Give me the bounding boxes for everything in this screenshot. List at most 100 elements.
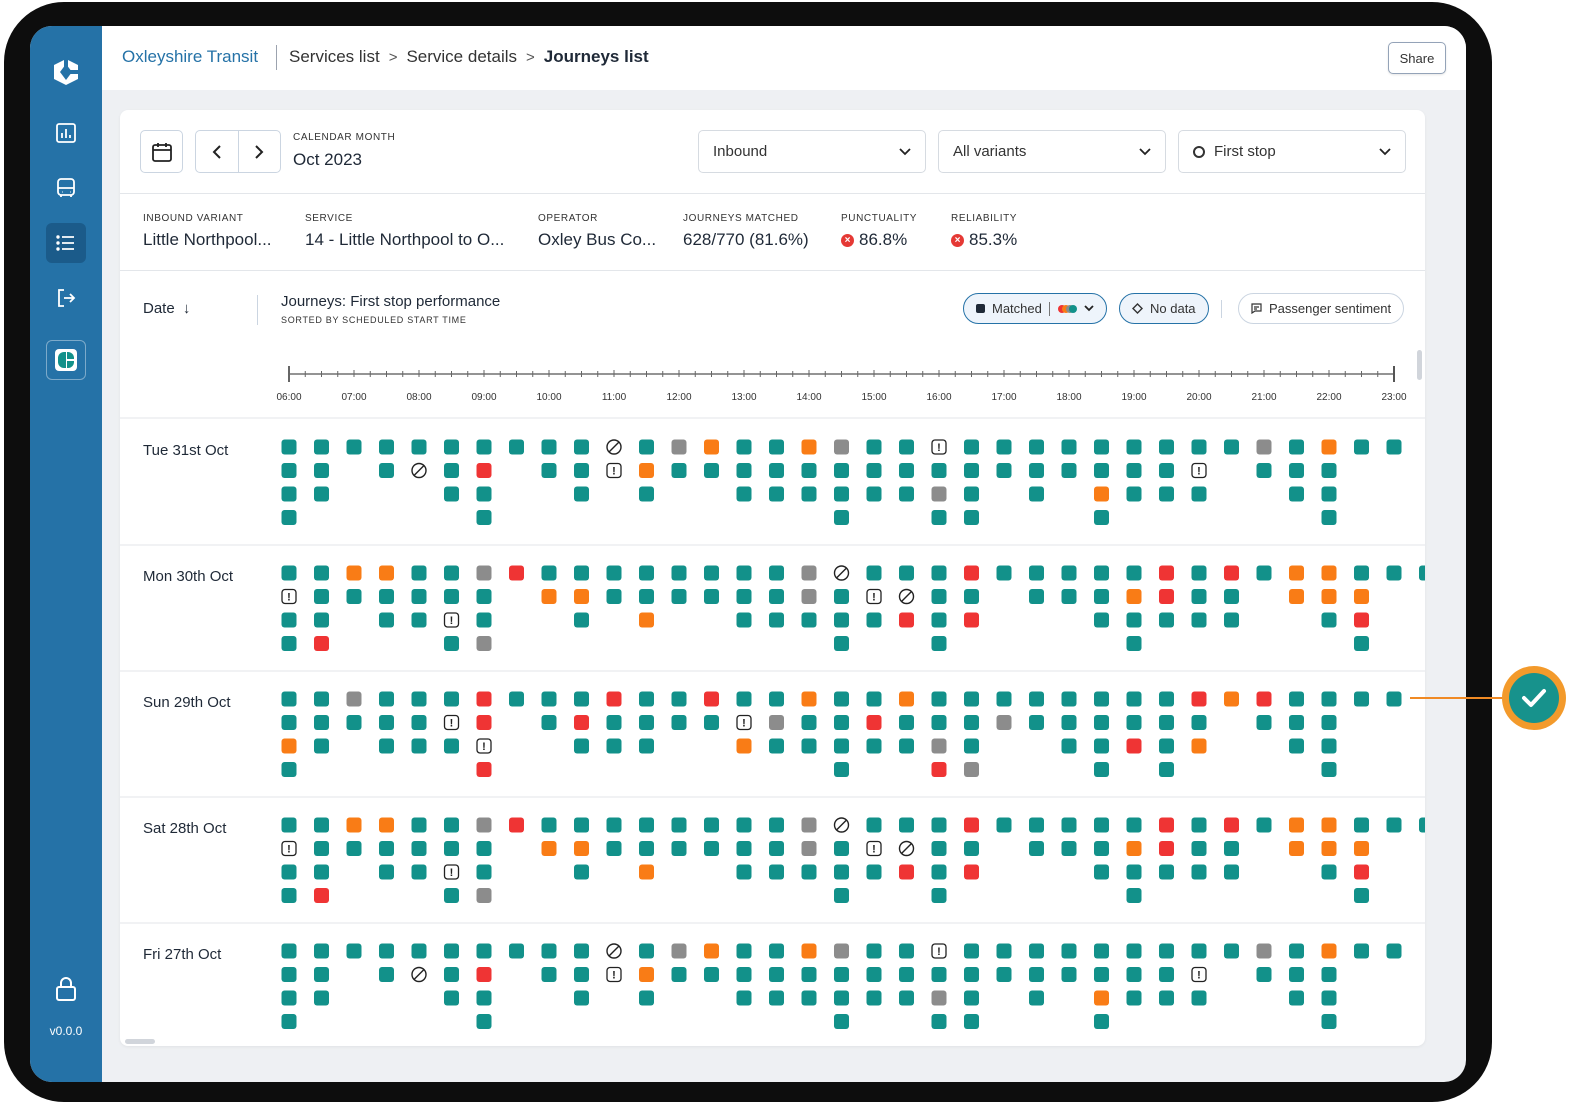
journey-marker-on-time[interactable] [541,565,557,581]
journey-marker-on-time[interactable] [1061,715,1077,730]
journey-marker-on-time[interactable] [281,636,297,651]
journey-marker-on-time[interactable] [931,817,947,833]
journey-marker-on-time[interactable] [899,486,914,502]
journey-marker-on-time[interactable] [1094,510,1109,525]
journey-marker-late[interactable] [899,691,914,707]
journey-marker-late[interactable] [639,967,654,982]
journey-marker-on-time[interactable] [346,841,362,856]
journey-marker-on-time[interactable] [1386,565,1402,581]
journey-marker-on-time[interactable] [1094,565,1109,581]
journey-marker-late[interactable] [801,439,817,455]
journey-marker-on-time[interactable] [1029,439,1044,455]
journey-marker-late[interactable] [1321,439,1337,455]
journey-marker-on-time[interactable] [931,636,947,651]
journey-marker-on-time[interactable] [834,510,849,525]
journey-marker-on-time[interactable] [281,1014,297,1029]
journey-marker-on-time[interactable] [606,715,622,730]
journey-marker-on-time[interactable] [574,439,589,455]
journey-marker-on-time[interactable] [834,888,849,903]
journey-marker-cancelled[interactable] [1159,841,1174,856]
journey-marker-on-time[interactable] [1126,888,1142,903]
journey-marker-on-time[interactable] [1159,864,1174,880]
journey-marker-on-time[interactable] [1289,486,1304,502]
journey-marker-on-time[interactable] [639,715,654,730]
journey-marker-on-time[interactable] [736,439,752,455]
journey-marker-on-time[interactable] [1256,715,1272,730]
journey-marker-on-time[interactable] [801,612,817,628]
journey-marker-on-time[interactable] [769,463,784,478]
journey-marker-on-time[interactable] [834,715,849,730]
journey-marker-on-time[interactable] [834,738,849,754]
journey-marker-on-time[interactable] [1354,636,1369,651]
journey-marker-on-time[interactable] [281,691,297,707]
journey-marker-on-time[interactable] [1321,510,1337,525]
next-month-button[interactable] [239,131,281,172]
journey-marker-on-time[interactable] [834,841,849,856]
journey-marker-no-data[interactable] [476,636,492,651]
journey-marker-on-time[interactable] [931,463,947,478]
journey-marker-late[interactable] [1354,589,1369,604]
journey-marker-on-time[interactable] [476,486,492,502]
journey-marker-on-time[interactable] [1191,943,1207,959]
journey-marker-on-time[interactable] [1159,943,1174,959]
journey-marker-on-time[interactable] [1126,943,1142,959]
journey-marker-on-time[interactable] [1159,486,1174,502]
journey-marker-on-time[interactable] [1159,762,1174,777]
journey-marker-on-time[interactable] [1029,565,1044,581]
journey-marker-on-time[interactable] [444,888,459,903]
journey-marker-cancelled[interactable] [1256,691,1272,707]
journey-marker-no-data[interactable] [346,691,362,707]
journey-marker-on-time[interactable] [964,967,979,982]
horizontal-scrollbar[interactable] [125,1039,155,1044]
journey-marker-late[interactable] [541,841,557,856]
journey-marker-on-time[interactable] [1191,589,1207,604]
journey-marker-on-time[interactable] [671,463,687,478]
journey-marker-on-time[interactable] [834,612,849,628]
journey-marker-on-time[interactable] [899,817,914,833]
journey-marker-on-time[interactable] [411,715,427,730]
journey-marker-on-time[interactable] [1094,841,1109,856]
journey-marker-on-time[interactable] [1289,439,1304,455]
journey-marker-on-time[interactable] [379,967,394,982]
journey-marker-on-time[interactable] [1029,589,1044,604]
journey-marker-on-time[interactable] [1061,463,1077,478]
journey-marker-on-time[interactable] [476,841,492,856]
journey-warning-marker[interactable] [606,966,622,983]
journey-marker-on-time[interactable] [444,486,459,502]
journey-marker-on-time[interactable] [444,463,459,478]
journey-marker-late[interactable] [801,943,817,959]
journey-marker-on-time[interactable] [314,612,329,628]
journey-marker-late[interactable] [574,589,589,604]
stat-value[interactable]: 14 - Little Northpool to O... [305,230,504,250]
journey-marker-on-time[interactable] [996,463,1012,478]
journey-marker-on-time[interactable] [834,1014,849,1029]
journey-marker-on-time[interactable] [346,715,362,730]
journey-marker-on-time[interactable] [769,841,784,856]
journey-marker-on-time[interactable] [1224,612,1239,628]
journey-marker-on-time[interactable] [1321,691,1337,707]
journey-marker-cancelled[interactable] [964,612,979,628]
journey-marker-on-time[interactable] [1094,612,1109,628]
journey-marker-on-time[interactable] [1061,439,1077,455]
journey-marker-on-time[interactable] [801,864,817,880]
journey-marker-on-time[interactable] [1029,990,1044,1006]
journey-marker-on-time[interactable] [1029,817,1044,833]
journey-marker-on-time[interactable] [541,967,557,982]
journey-marker-on-time[interactable] [736,486,752,502]
journey-marker-on-time[interactable] [639,943,654,959]
journey-marker-no-data[interactable] [931,486,947,502]
journey-marker-on-time[interactable] [1094,762,1109,777]
journey-marker-on-time[interactable] [899,943,914,959]
journey-marker-on-time[interactable] [769,612,784,628]
journey-marker-late[interactable] [281,738,297,754]
journey-marker-on-time[interactable] [444,636,459,651]
journey-marker-on-time[interactable] [1126,817,1142,833]
journey-marker-cancelled[interactable] [964,864,979,880]
journey-marker-late[interactable] [1321,841,1337,856]
journey-marker-on-time[interactable] [671,715,687,730]
journey-marker-on-time[interactable] [639,738,654,754]
journey-marker-on-time[interactable] [606,565,622,581]
lock-icon[interactable] [54,976,78,1002]
journey-marker-on-time[interactable] [1061,589,1077,604]
journey-marker-late[interactable] [379,817,394,833]
